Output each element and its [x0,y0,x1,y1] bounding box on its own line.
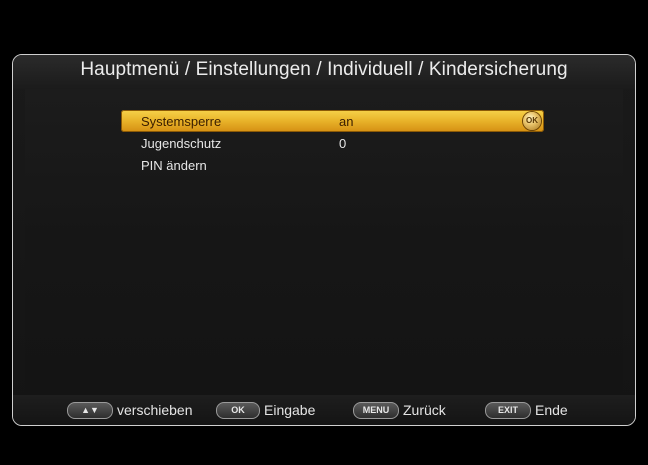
menu-item-value: 0 [339,136,347,151]
hint-label: Ende [535,402,568,418]
menu-window: Hauptmenü / Einstellungen / Individuell … [12,54,636,426]
menu-key-icon: MENU [353,401,399,419]
title-bar: Hauptmenü / Einstellungen / Individuell … [13,55,635,89]
hint-ok: OK Eingabe [216,400,315,420]
menu-item-value: an [339,114,354,129]
hint-label: Eingabe [264,402,316,418]
breadcrumb-title: Hauptmenü / Einstellungen / Individuell … [80,59,568,80]
menu-item-label: Jugendschutz [141,136,222,151]
ok-key-icon: OK [216,401,260,419]
tv-screen: Hauptmenü / Einstellungen / Individuell … [0,0,648,465]
hint-label: verschieben [117,402,193,418]
menu-item-label: Systemsperre [141,114,222,129]
hint-exit: EXIT Ende [485,400,568,420]
arrow-keys-icon: ▲▼ [67,401,113,419]
ok-badge-icon: OK [523,112,541,130]
menu-item-systemsperre[interactable]: Systemsperre an OK [121,110,544,132]
menu-content: Systemsperre an OK Jugendschutz 0 PIN än… [25,89,623,394]
exit-key-icon: EXIT [485,401,531,419]
hint-menu: MENU Zurück [353,400,446,420]
menu-item-pin-aendern[interactable]: PIN ändern [121,154,544,176]
hint-label: Zurück [403,402,446,418]
hint-navigate: ▲▼ verschieben [67,400,193,420]
footer-hints: ▲▼ verschieben OK Eingabe MENU Zurück EX… [13,395,635,425]
menu-item-jugendschutz[interactable]: Jugendschutz 0 [121,132,544,154]
menu-item-label: PIN ändern [141,158,207,173]
